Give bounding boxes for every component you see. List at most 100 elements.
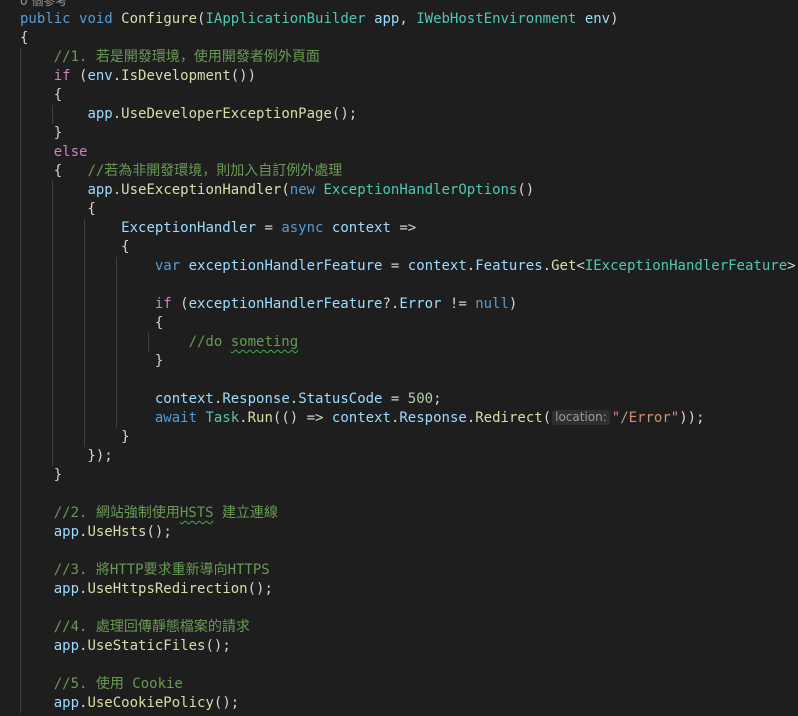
code-token: = (382, 391, 408, 407)
code-token: { (20, 163, 88, 179)
code-token: )); (679, 410, 705, 426)
code-token: { (20, 87, 63, 103)
code-token: (() => (272, 410, 332, 426)
code-token: Run (247, 410, 273, 426)
code-line[interactable]: } (20, 428, 130, 447)
code-token: UseExceptionHandler (121, 182, 282, 198)
code-token: ()) (230, 68, 257, 84)
code-line[interactable]: } (20, 352, 163, 371)
code-token: IExceptionHandlerFeature (584, 258, 788, 274)
code-token: . (542, 258, 552, 274)
code-line[interactable]: } (20, 466, 62, 485)
code-line[interactable]: var exceptionHandlerFeature = context.Fe… (20, 257, 798, 276)
code-token: StatusCode (298, 391, 383, 407)
code-line[interactable]: { (20, 314, 163, 333)
code-line[interactable]: //1. 若是開發環境，使用開發者例外頁面 (20, 48, 320, 67)
code-token: } (20, 353, 164, 369)
code-line[interactable]: app.UseHsts(); (20, 523, 172, 542)
code-token: context (407, 258, 467, 274)
code-token: HSTS (179, 505, 214, 521)
code-token: . (112, 182, 122, 198)
code-line[interactable]: //3. 將HTTP要求重新導向HTTPS (20, 561, 270, 580)
code-token: { (20, 30, 29, 46)
code-line[interactable]: //5. 使用 Cookie (20, 675, 183, 694)
code-token: { (20, 239, 130, 255)
code-token: Redirect (475, 410, 543, 426)
code-line[interactable]: public void Configure(IApplicationBuilde… (20, 10, 619, 29)
code-line[interactable]: context.Response.StatusCode = 500; (20, 390, 442, 409)
code-token: (); (331, 106, 358, 122)
code-line[interactable]: if (env.IsDevelopment()) (20, 67, 256, 86)
code-token: //1. 若是開發環境，使用開發者例外頁面 (53, 49, 320, 65)
code-line[interactable]: app.UseStaticFiles(); (20, 637, 231, 656)
code-editor[interactable]: 0 個參考 public void Configure(IApplication… (0, 0, 798, 716)
code-token: () (517, 182, 535, 198)
code-token: ?. (382, 296, 400, 312)
code-token: (); (146, 524, 172, 540)
code-token: context (331, 220, 391, 236)
code-line[interactable]: { (20, 200, 96, 219)
code-token: void (79, 11, 113, 27)
code-token: null (475, 296, 509, 312)
code-token: 建立連線 (213, 505, 279, 521)
code-token: { (20, 201, 96, 217)
code-line[interactable]: if (exceptionHandlerFeature?.Error != nu… (20, 295, 517, 314)
code-token: } (20, 467, 63, 483)
code-token: //4. 處理回傳靜態檔案的請求 (53, 619, 250, 635)
code-token: async (281, 220, 324, 236)
code-token: UseHttpsRedirection (87, 581, 248, 597)
code-line[interactable]: { //若為非開發環境，則加入自訂例外處理 (20, 162, 343, 181)
code-token: context (154, 391, 214, 407)
code-token: . (289, 391, 299, 407)
code-token: (); (247, 581, 273, 597)
code-line[interactable]: } (20, 124, 62, 143)
code-line[interactable]: { (20, 86, 62, 105)
code-token: //5. 使用 Cookie (53, 676, 183, 692)
code-token: . (239, 410, 248, 426)
code-line[interactable]: app.UseExceptionHandler(new ExceptionHan… (20, 181, 534, 200)
codelens-references[interactable]: 0 個參考 (20, 0, 67, 8)
code-token: if (154, 296, 172, 312)
code-line[interactable]: }); (20, 447, 112, 466)
code-token: } (20, 429, 130, 445)
code-line[interactable]: else (20, 143, 88, 162)
code-line[interactable]: //2. 網站強制使用HSTS 建立連線 (20, 504, 278, 523)
code-token: exceptionHandlerFeature (188, 258, 383, 274)
code-line[interactable]: //do someting (20, 333, 299, 352)
code-line[interactable]: app.UseDeveloperExceptionPage(); (20, 105, 357, 124)
code-token: public (20, 11, 71, 27)
code-token: else (53, 144, 88, 160)
code-line[interactable]: await Task.Run(() => context.Response.Re… (20, 409, 705, 428)
code-token: app (53, 695, 80, 711)
code-line[interactable]: { (20, 238, 130, 257)
code-token: var (154, 258, 181, 274)
code-token: //若為非開發環境，則加入自訂例外處理 (87, 163, 343, 179)
code-token: UseStaticFiles (87, 638, 206, 654)
code-line[interactable]: { (20, 29, 28, 48)
code-token: //3. 將HTTP要求重新導向HTTPS (53, 562, 270, 578)
code-token: app (87, 182, 113, 198)
code-line[interactable]: ExceptionHandler = async context => (20, 219, 416, 238)
code-line[interactable]: //4. 處理回傳靜態檔案的請求 (20, 618, 250, 637)
inlay-hint: location: (552, 410, 610, 425)
code-line[interactable]: app.UseHttpsRedirection(); (20, 580, 273, 599)
code-line[interactable]: app.UseCookiePolicy(); (20, 694, 239, 713)
